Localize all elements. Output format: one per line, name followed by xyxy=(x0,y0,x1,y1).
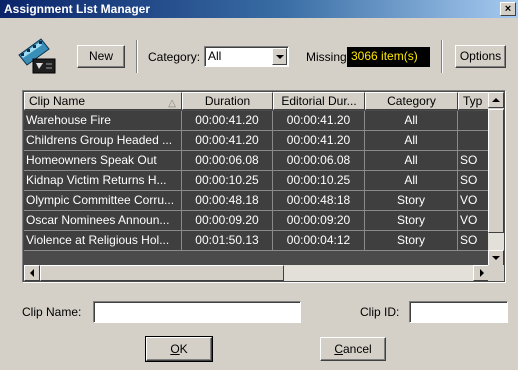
cell-type: VO xyxy=(458,211,489,231)
category-dropdown-arrow[interactable] xyxy=(272,48,287,65)
cell-duration: 00:00:41.20 xyxy=(182,131,273,151)
dialog-window: Assignment List Manager × New Category: … xyxy=(0,0,518,370)
cell-editorial-duration: 00:00:41.20 xyxy=(273,131,365,151)
arrow-down-icon xyxy=(492,256,500,260)
new-button[interactable]: New xyxy=(77,45,125,68)
column-header-editorial-duration[interactable]: Editorial Dur... xyxy=(273,92,365,110)
chevron-down-icon xyxy=(276,55,284,59)
table-row[interactable]: Violence at Religious Hol... 00:01:50.13… xyxy=(24,231,489,251)
cell-category: Story xyxy=(365,191,458,211)
horizontal-scroll-track[interactable] xyxy=(284,265,473,281)
category-value: All xyxy=(208,49,222,63)
column-header-duration[interactable]: Duration xyxy=(182,92,273,110)
cell-type xyxy=(458,111,489,131)
list-header: Clip Name △ Duration Editorial Dur... Ca… xyxy=(24,92,489,110)
cell-editorial-duration: 00:00:06.08 xyxy=(273,151,365,171)
clip-id-label: Clip ID: xyxy=(360,305,400,319)
column-header-clip-name[interactable]: Clip Name △ xyxy=(24,92,182,110)
cell-editorial-duration: 00:00:04:12 xyxy=(273,231,365,251)
title-bar: Assignment List Manager × xyxy=(0,0,518,18)
cell-editorial-duration: 00:00:48:18 xyxy=(273,191,365,211)
scroll-down-button[interactable] xyxy=(488,250,504,266)
table-row[interactable]: Childrens Group Headed ... 00:00:41.20 0… xyxy=(24,131,489,151)
column-header-type[interactable]: Typ xyxy=(458,92,489,110)
options-button-label: Options xyxy=(459,49,502,63)
arrow-left-icon xyxy=(30,269,34,277)
window-title: Assignment List Manager xyxy=(4,2,151,16)
clip-name-field[interactable] xyxy=(93,301,301,323)
ok-button[interactable]: OK xyxy=(145,336,213,362)
cell-duration: 00:00:41.20 xyxy=(182,111,273,131)
table-row[interactable]: Oscar Nominees Announ... 00:00:09.20 00:… xyxy=(24,211,489,231)
cell-clip-name: Olympic Committee Corru... xyxy=(24,191,182,211)
table-row[interactable]: Kidnap Victim Returns H... 00:00:10.25 0… xyxy=(24,171,489,191)
cell-duration: 00:00:09.20 xyxy=(182,211,273,231)
toolbar-separator xyxy=(136,40,138,73)
cell-category: All xyxy=(365,131,458,151)
new-button-label: New xyxy=(88,49,113,63)
cell-editorial-duration: 00:00:09:20 xyxy=(273,211,365,231)
cell-clip-name: Kidnap Victim Returns H... xyxy=(24,171,182,191)
cell-editorial-duration: 00:00:10.25 xyxy=(273,171,365,191)
cell-category: All xyxy=(365,171,458,191)
cell-category: All xyxy=(365,111,458,131)
ok-button-label: OK xyxy=(170,342,188,356)
cancel-button-label: Cancel xyxy=(334,342,372,356)
category-label: Category: xyxy=(148,50,201,64)
table-row[interactable]: Homeowners Speak Out 00:00:06.08 00:00:0… xyxy=(24,151,489,171)
close-button[interactable]: × xyxy=(500,2,516,16)
cell-duration: 00:00:06.08 xyxy=(182,151,273,171)
cell-category: Story xyxy=(365,231,458,251)
cell-type: SO xyxy=(458,171,489,191)
cell-type: SO xyxy=(458,151,489,171)
scroll-right-button[interactable] xyxy=(473,265,489,281)
vertical-scroll-thumb[interactable] xyxy=(488,109,504,233)
horizontal-scrollbar[interactable] xyxy=(24,265,489,281)
cell-category: Story xyxy=(365,211,458,231)
missing-count-badge: 3066 item(s) xyxy=(347,47,430,67)
cell-clip-name: Oscar Nominees Announ... xyxy=(24,211,182,231)
options-button[interactable]: Options xyxy=(455,45,506,68)
missing-label: Missing: xyxy=(306,50,351,64)
cell-editorial-duration: 00:00:41.20 xyxy=(273,111,365,131)
cell-type: VO xyxy=(458,191,489,211)
cell-clip-name: Violence at Religious Hol... xyxy=(24,231,182,251)
toolbar-separator-2 xyxy=(441,40,443,73)
cell-type xyxy=(458,131,489,151)
cell-category: All xyxy=(365,151,458,171)
vertical-scroll-track[interactable] xyxy=(488,233,504,250)
scroll-corner xyxy=(488,265,504,281)
cell-clip-name: Homeowners Speak Out xyxy=(24,151,182,171)
scroll-left-button[interactable] xyxy=(24,265,40,281)
vertical-scrollbar[interactable] xyxy=(488,92,504,266)
table-row[interactable]: Olympic Committee Corru... 00:00:48.18 0… xyxy=(24,191,489,211)
clip-id-field[interactable] xyxy=(409,301,508,323)
cancel-button[interactable]: Cancel xyxy=(320,337,386,361)
sort-triangle-icon: △ xyxy=(168,98,176,109)
film-clip-icon xyxy=(17,37,59,75)
cell-clip-name: Childrens Group Headed ... xyxy=(24,131,182,151)
column-header-category[interactable]: Category xyxy=(365,92,458,110)
cell-duration: 00:01:50.13 xyxy=(182,231,273,251)
clip-list[interactable]: Clip Name △ Duration Editorial Dur... Ca… xyxy=(22,90,506,283)
category-select[interactable]: All xyxy=(204,46,289,67)
table-row[interactable]: Warehouse Fire 00:00:41.20 00:00:41.20 A… xyxy=(24,111,489,131)
arrow-right-icon xyxy=(480,269,484,277)
clip-name-label: Clip Name: xyxy=(22,305,82,319)
cell-clip-name: Warehouse Fire xyxy=(24,111,182,131)
horizontal-scroll-thumb[interactable] xyxy=(40,265,284,281)
list-rows: Warehouse Fire 00:00:41.20 00:00:41.20 A… xyxy=(24,111,489,251)
cell-duration: 00:00:48.18 xyxy=(182,191,273,211)
cell-type: SO xyxy=(458,231,489,251)
cell-duration: 00:00:10.25 xyxy=(182,171,273,191)
scroll-up-button[interactable] xyxy=(488,92,504,108)
arrow-up-icon xyxy=(492,98,500,102)
